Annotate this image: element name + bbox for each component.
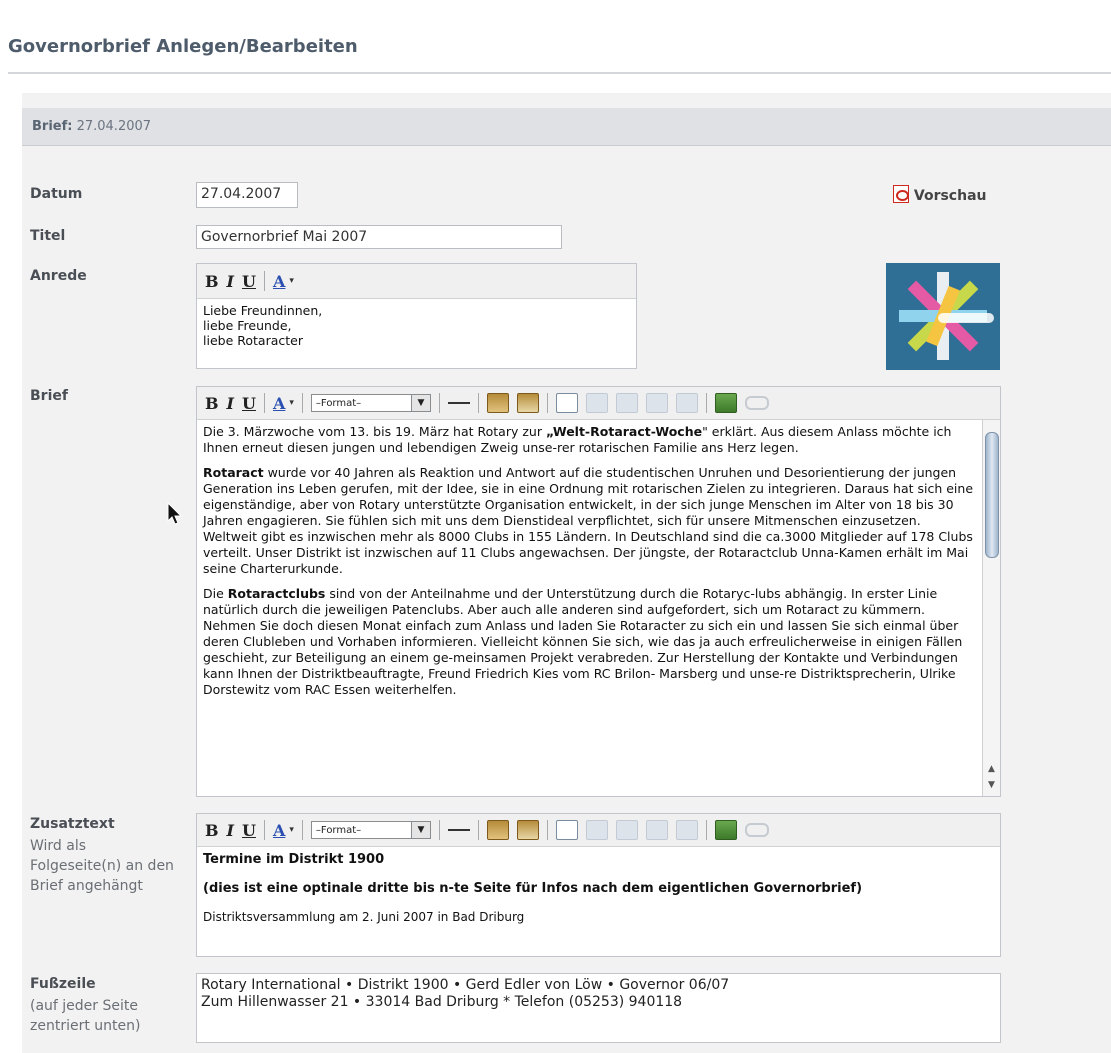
- fusszeile-line: Rotary International • Distrikt 1900 • G…: [201, 977, 730, 993]
- fusszeile-label: Fußzeile: [30, 976, 96, 992]
- toolbar-separator: [263, 271, 265, 291]
- italic-button[interactable]: I: [227, 394, 234, 413]
- anrede-content[interactable]: Liebe Freundinnen, liebe Freunde, liebe …: [197, 299, 636, 352]
- chevron-down-icon[interactable]: ▾: [289, 825, 294, 835]
- page-title: Governorbrief Anlegen/Bearbeiten: [8, 36, 358, 57]
- table-icon[interactable]: [585, 393, 608, 413]
- brief-toolbar: B I U A ▾ –Format– ▼: [197, 387, 1000, 420]
- toolbar-separator: [705, 393, 707, 413]
- paste-word-icon[interactable]: [516, 393, 539, 413]
- chevron-down-icon[interactable]: ▾: [289, 398, 294, 408]
- toolbar-separator: [263, 820, 265, 840]
- dropdown-arrow-icon: ▼: [410, 395, 430, 411]
- zusatztext-content[interactable]: Termine im Distrikt 1900 (dies ist eine …: [197, 847, 1000, 930]
- font-color-button[interactable]: A: [273, 394, 285, 413]
- zusatztext-line: Distriktsversammlung am 2. Juni 2007 in …: [203, 910, 525, 924]
- brief-content[interactable]: Die 3. Märzwoche vom 13. bis 19. März ha…: [197, 420, 1000, 711]
- dropdown-arrow-icon: ▼: [410, 822, 430, 838]
- horizontal-rule-button[interactable]: [447, 829, 470, 831]
- table-cell-icon[interactable]: [675, 820, 698, 840]
- italic-button[interactable]: I: [227, 821, 234, 840]
- pdf-icon: [893, 185, 909, 203]
- datum-input[interactable]: 27.04.2007: [196, 182, 298, 208]
- edit-html-icon[interactable]: [555, 820, 578, 840]
- titel-input[interactable]: Governorbrief Mai 2007: [196, 225, 562, 249]
- table-column-icon[interactable]: [645, 820, 668, 840]
- bold-button[interactable]: B: [205, 394, 219, 413]
- table-row-icon[interactable]: [615, 393, 638, 413]
- format-select-value: –Format–: [315, 824, 362, 836]
- fusszeile-line: Zum Hillenwasser 21 • 33014 Bad Driburg …: [201, 994, 683, 1010]
- underline-button[interactable]: U: [242, 821, 256, 840]
- format-select[interactable]: –Format– ▼: [310, 394, 431, 412]
- table-row-icon[interactable]: [615, 820, 638, 840]
- link-icon[interactable]: [744, 396, 769, 410]
- anrede-label: Anrede: [30, 268, 87, 284]
- toolbar-separator: [263, 393, 265, 413]
- brief-paragraph: Rotaract wurde vor 40 Jahren als Reaktio…: [203, 465, 974, 576]
- insert-image-icon[interactable]: [714, 820, 737, 840]
- toolbar-separator: [546, 393, 548, 413]
- paste-word-icon[interactable]: [516, 820, 539, 840]
- scroll-up-arrow-icon[interactable]: ▲: [985, 764, 998, 778]
- scroll-down-arrow-icon[interactable]: ▼: [985, 780, 998, 794]
- brief-editor: B I U A ▾ –Format– ▼ Die 3. Märzwoche vo…: [196, 386, 1001, 797]
- format-select-value: –Format–: [315, 397, 362, 409]
- panel-header-label: Brief:: [32, 119, 73, 134]
- toolbar-separator: [477, 820, 479, 840]
- titel-label: Titel: [30, 228, 66, 244]
- fusszeile-hint: (auf jeder Seite zentriert unten): [30, 998, 141, 1034]
- zusatztext-note: (dies ist eine optinale dritte bis n-te …: [203, 881, 863, 896]
- edit-html-icon[interactable]: [555, 393, 578, 413]
- table-column-icon[interactable]: [645, 393, 668, 413]
- zusatztext-heading: Termine im Distrikt 1900: [203, 852, 385, 867]
- format-select[interactable]: –Format– ▼: [310, 821, 431, 839]
- panel-header: Brief: 27.04.2007: [22, 108, 1111, 146]
- brief-paragraph: Die Rotaractclubs sind von der Anteilnah…: [203, 586, 963, 697]
- zusatztext-label: Zusatztext: [30, 816, 115, 832]
- bold-button[interactable]: B: [205, 272, 219, 291]
- mouse-cursor-icon: [167, 502, 183, 525]
- italic-button[interactable]: I: [227, 272, 234, 291]
- table-icon[interactable]: [585, 820, 608, 840]
- toolbar-separator: [301, 393, 303, 413]
- anrede-line: liebe Freunde,: [203, 318, 292, 333]
- horizontal-rule-button[interactable]: [447, 402, 470, 404]
- font-color-button[interactable]: A: [273, 821, 285, 840]
- font-color-button[interactable]: A: [273, 272, 285, 291]
- paste-text-icon[interactable]: [486, 820, 509, 840]
- zusatztext-hint: Wird als Folgeseite(n) an den Brief ange…: [30, 838, 174, 894]
- zusatztext-toolbar: B I U A ▾ –Format– ▼: [197, 814, 1000, 847]
- datum-label: Datum: [30, 186, 83, 202]
- brief-scrollbar[interactable]: ▲ ▼: [982, 420, 1000, 796]
- toolbar-separator: [301, 820, 303, 840]
- table-cell-icon[interactable]: [675, 393, 698, 413]
- title-divider: [8, 72, 1111, 74]
- anrede-line: Liebe Freundinnen,: [203, 303, 323, 318]
- fusszeile-textarea[interactable]: Rotary International • Distrikt 1900 • G…: [196, 973, 1001, 1043]
- toolbar-separator: [477, 393, 479, 413]
- link-icon[interactable]: [744, 823, 769, 837]
- scrollbar-thumb[interactable]: [985, 432, 999, 558]
- toolbar-separator: [546, 820, 548, 840]
- underline-button[interactable]: U: [242, 394, 256, 413]
- brief-paragraph: Die 3. Märzwoche vom 13. bis 19. März ha…: [203, 424, 952, 455]
- paste-text-icon[interactable]: [486, 393, 509, 413]
- insert-image-icon[interactable]: [714, 393, 737, 413]
- anrede-line: liebe Rotaracter: [203, 333, 303, 348]
- preview-label: Vorschau: [913, 188, 987, 204]
- toolbar-separator: [705, 820, 707, 840]
- bold-button[interactable]: B: [205, 821, 219, 840]
- toolbar-separator: [438, 393, 440, 413]
- underline-button[interactable]: U: [242, 272, 256, 291]
- zusatztext-editor: B I U A ▾ –Format– ▼ Termine im Distrikt…: [196, 813, 1001, 957]
- lead-the-way-logo: [886, 263, 1000, 370]
- toolbar-separator: [438, 820, 440, 840]
- brief-label: Brief: [30, 388, 68, 404]
- anrede-editor: B I U A ▾ Liebe Freundinnen, liebe Freun…: [196, 263, 637, 369]
- panel-header-value: 27.04.2007: [76, 119, 152, 134]
- chevron-down-icon[interactable]: ▾: [289, 276, 294, 286]
- anrede-toolbar: B I U A ▾: [197, 264, 636, 299]
- preview-link[interactable]: Vorschau: [893, 185, 986, 204]
